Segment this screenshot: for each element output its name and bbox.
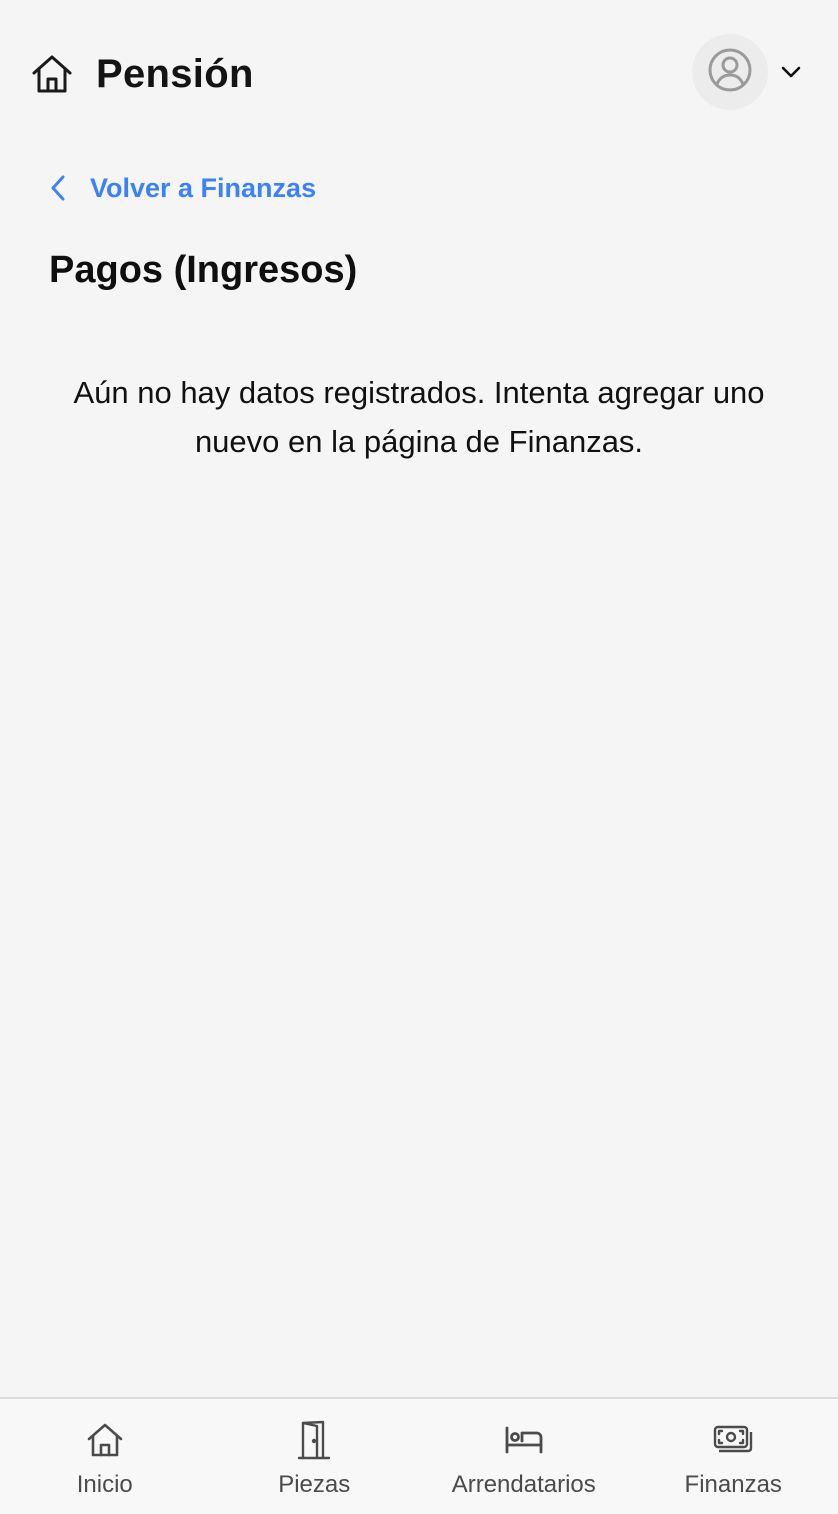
user-menu-button[interactable] <box>692 34 802 110</box>
chevron-left-icon <box>50 173 74 203</box>
page-title: Pagos (Ingresos) <box>49 249 358 291</box>
app-title: Pensión <box>96 51 254 96</box>
home-icon <box>83 1419 127 1461</box>
app-header: Pensión <box>0 0 838 150</box>
bed-icon <box>502 1419 546 1461</box>
bottom-navigation: Inicio Piezas Arrendatarios Finanzas <box>0 1397 838 1514</box>
nav-item-inicio[interactable]: Inicio <box>0 1399 210 1514</box>
nav-label: Piezas <box>278 1471 351 1498</box>
nav-label: Inicio <box>76 1471 133 1498</box>
back-link-label: Volver a Finanzas <box>90 172 317 203</box>
nav-item-piezas[interactable]: Piezas <box>210 1399 420 1514</box>
user-circle-icon <box>707 47 753 98</box>
nav-label: Finanzas <box>684 1471 782 1498</box>
brand[interactable]: Pensión <box>30 44 254 104</box>
nav-item-finanzas[interactable]: Finanzas <box>629 1399 838 1514</box>
empty-state-message: Aún no hay datos registrados. Intenta ag… <box>73 375 765 459</box>
chevron-down-icon[interactable] <box>780 61 802 83</box>
cash-icon <box>711 1419 755 1461</box>
nav-label: Arrendatarios <box>451 1471 596 1498</box>
door-icon <box>292 1419 336 1461</box>
nav-item-arrendatarios[interactable]: Arrendatarios <box>419 1399 629 1514</box>
avatar[interactable] <box>692 34 768 110</box>
home-icon <box>30 52 74 96</box>
back-to-finanzas-link[interactable]: Volver a Finanzas <box>50 168 316 208</box>
